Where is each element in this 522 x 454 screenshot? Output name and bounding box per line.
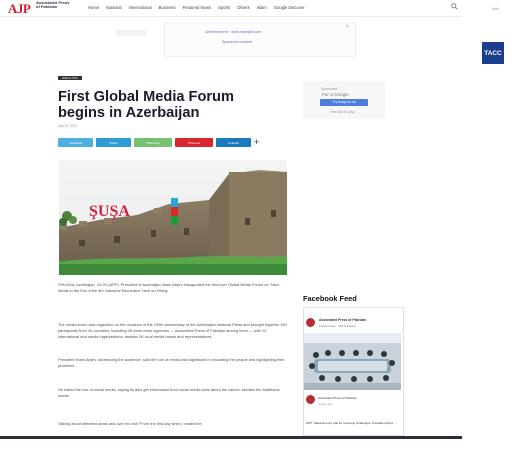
share-more-icon[interactable]: + <box>254 137 259 147</box>
nav-item-business[interactable]: Business <box>159 5 176 10</box>
share-linkedin-button[interactable]: LinkedIn <box>216 138 251 147</box>
main-nav: Home National International Business Fea… <box>88 5 305 10</box>
facebook-post-text: APP: National unity vital for resolving … <box>306 421 397 425</box>
ad-banner[interactable] <box>164 22 356 57</box>
share-facebook-button[interactable]: Facebook <box>58 138 93 147</box>
facebook-follow-link[interactable]: Follow Page · 44K followers <box>319 324 356 328</box>
nav-item-home[interactable]: Home <box>88 5 99 10</box>
article-paragraph: President Ilham Aliyev, addressing the a… <box>58 357 285 369</box>
page-bottom <box>0 439 462 454</box>
facebook-post-author[interactable]: Associated Press of Pakistan <box>318 396 357 400</box>
nav-item-google-discover[interactable]: Google Discover <box>274 5 305 10</box>
ad-close-icon[interactable]: × <box>346 24 349 30</box>
right-top-text: ddd <box>492 6 499 11</box>
share-twitter-label: Twitter <box>109 140 118 145</box>
share-twitter-button[interactable]: Twitter <box>96 138 131 147</box>
facebook-post-avatar[interactable] <box>306 395 315 404</box>
share-linkedin-label: LinkedIn <box>227 140 240 145</box>
sidebar-widget-footer[interactable]: Free trial 30 days <box>330 110 355 114</box>
share-pinterest-label: Pinterest <box>188 140 200 145</box>
category-tag[interactable]: Editor's Pick <box>58 76 82 80</box>
site-name: Associated Press of Pakistan <box>36 0 69 10</box>
share-whatsapp-button[interactable]: WhatsApp <box>134 138 172 147</box>
ad-logo <box>116 30 146 36</box>
facebook-page-avatar[interactable] <box>306 318 315 327</box>
facebook-post-date: 3 days ago <box>318 402 333 406</box>
article-paragraph: He hailed the role of social media, sayi… <box>58 387 280 399</box>
article-title: First Global Media Forum begins in Azerb… <box>58 89 234 121</box>
tass-logo[interactable]: ТАСС <box>482 42 504 64</box>
facebook-feed-title: Facebook Feed <box>303 294 357 303</box>
share-facebook-label: Facebook <box>68 140 83 145</box>
article-paragraph: The media forum was organized on the occ… <box>58 322 287 340</box>
sidebar-widget-button[interactable]: Try today for all <box>320 99 368 106</box>
share-whatsapp-label: WhatsApp <box>146 140 160 145</box>
nav-item-international[interactable]: International <box>129 5 152 10</box>
nav-item-others[interactable]: Others <box>237 5 250 10</box>
nav-item-sports[interactable]: Sports <box>218 5 230 10</box>
site-logo[interactable]: AJP <box>8 1 33 16</box>
shusha-sign-text: ŞUŞA <box>89 203 130 220</box>
article-paragraph: Talking about liberated areas and over h… <box>58 421 202 426</box>
share-pinterest-button[interactable]: Pinterest <box>175 138 213 147</box>
facebook-post-photo[interactable] <box>304 333 401 390</box>
nav-item-featured[interactable]: Featured News <box>183 5 211 10</box>
ad-text-line1[interactable]: Advertisement · www.example.com <box>205 30 261 34</box>
search-icon[interactable] <box>451 3 458 10</box>
header-divider <box>0 16 462 17</box>
article-paragraph: SHUSHA, Azerbaijan, Jul 20 (APP): Presid… <box>58 282 279 294</box>
nav-item-islam[interactable]: Islam <box>257 5 267 10</box>
article-hero-image: ŞUŞA <box>59 160 287 275</box>
ad-text-line2[interactable]: Sponsored content <box>222 40 252 44</box>
sidebar-widget-heading: For a Google <box>322 92 349 97</box>
sidebar-widget-label: Sponsored <box>321 87 338 91</box>
site-name-line2: of Pakistan <box>36 4 58 10</box>
facebook-page-name[interactable]: Associated Press of Pakistan <box>319 318 366 322</box>
nav-item-national[interactable]: National <box>106 5 121 10</box>
article-meta: July 20, 2022 <box>58 124 77 128</box>
